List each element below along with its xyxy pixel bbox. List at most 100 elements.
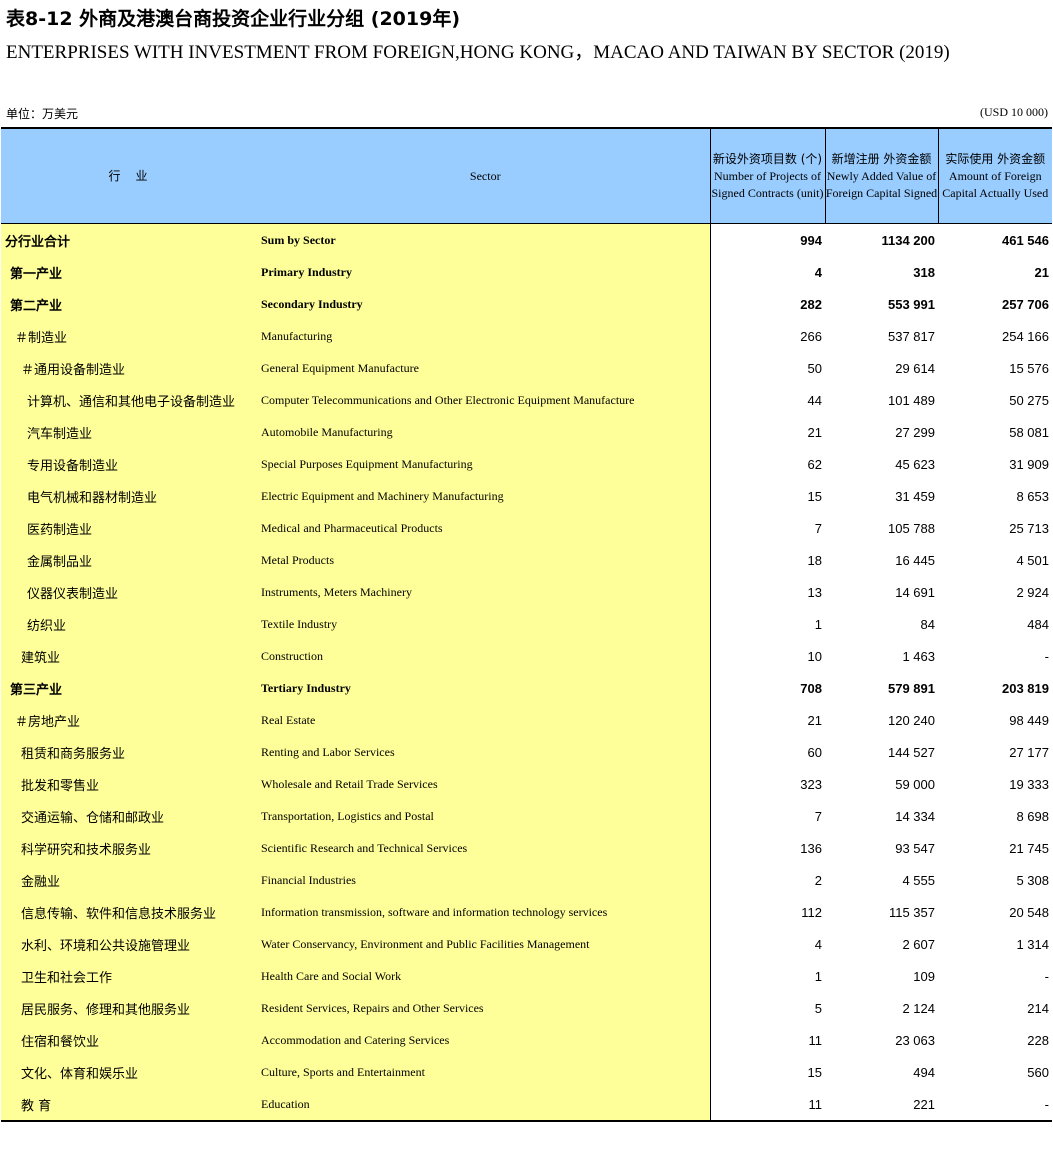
header-new-value: 新增注册 外资金额 Newly Added Value of Foreign C… xyxy=(824,127,938,224)
actual-used-cell: 484 xyxy=(1027,616,1049,632)
actual-used-cell: 2 924 xyxy=(1016,584,1049,600)
sector-en-cell: Construction xyxy=(261,640,710,672)
projects-cell: 994 xyxy=(709,223,825,256)
actual-used-cell: 27 177 xyxy=(1009,744,1049,760)
industry-cn-cell: 批发和零售业 xyxy=(1,768,261,800)
new-value-cell: 537 817 xyxy=(888,328,935,344)
new-value-cell: 59 000 xyxy=(895,776,935,792)
new-value-cell: 1 463 xyxy=(902,648,935,664)
projects-cell: 21 xyxy=(709,416,825,448)
new-value-cell: 105 788 xyxy=(888,520,935,536)
industry-cn-cell: 第三产业 xyxy=(1,672,261,704)
new-value-cell: 14 691 xyxy=(895,584,935,600)
actual-used-cell: 50 275 xyxy=(1009,392,1049,408)
header-projects: 新设外资项目数 (个) Number of Projects of Signed… xyxy=(709,127,825,224)
projects-cell: 44 xyxy=(709,384,825,416)
industry-cn-cell: 纺织业 xyxy=(1,608,261,640)
new-value-cell: 93 547 xyxy=(895,840,935,856)
table-row: 金属制品业 Metal Products 18 16 445 4 501 xyxy=(1,544,1052,576)
sector-en-cell: Accommodation and Catering Services xyxy=(261,1024,710,1056)
industry-cn-cell: 金属制品业 xyxy=(1,544,261,576)
projects-cell: 282 xyxy=(709,288,825,320)
new-value-cell: 318 xyxy=(913,264,935,280)
table-body: 分行业合计 Sum by Sector 994 1134 200 461 546 第一产业… xyxy=(1,223,1052,1122)
actual-used-cell: - xyxy=(938,1088,1052,1122)
industry-cn-cell: 卫生和社会工作 xyxy=(1,960,261,992)
sector-en-cell: Manufacturing xyxy=(261,320,710,352)
new-value-cell: 109 xyxy=(913,968,935,984)
sector-en-cell: Tertiary Industry xyxy=(261,672,710,704)
projects-cell: 136 xyxy=(709,832,825,864)
table-row: 批发和零售业 Wholesale and Retail Trade Service… xyxy=(1,768,1052,800)
actual-used-cell: 254 166 xyxy=(1002,328,1049,344)
actual-used-cell: 461 546 xyxy=(1002,232,1049,248)
sector-en-cell: General Equipment Manufacture xyxy=(261,352,710,384)
actual-used-cell: 58 081 xyxy=(1009,424,1049,440)
actual-used-cell: 1 314 xyxy=(1016,936,1049,952)
industry-cn-cell: 水利、环境和公共设施管理业 xyxy=(1,928,261,960)
table-row: 电气机械和器材制造业 Electric Equipment and Machine… xyxy=(1,480,1052,512)
new-value-cell: 84 xyxy=(920,616,935,632)
table-row: ＃通用设备制造业 General Equipment Manufacture 50 2… xyxy=(1,352,1052,384)
sector-en-cell: Health Care and Social Work xyxy=(261,960,710,992)
table-title-cn: 表8-12 外商及港澳台商投资企业行业分组 (2019年) xyxy=(6,8,461,30)
new-value-cell: 27 299 xyxy=(895,424,935,440)
projects-cell: 112 xyxy=(709,896,825,928)
table-title-en: ENTERPRISES WITH INVESTMENT FROM FOREIGN… xyxy=(6,42,950,63)
projects-cell: 15 xyxy=(709,480,825,512)
header-actual-used: 实际使用 外资金额 Amount of Foreign Capital Actu… xyxy=(937,127,1052,224)
projects-cell: 2 xyxy=(709,864,825,896)
header-actual-used-cn: 实际使用 外资金额 xyxy=(945,151,1046,166)
sector-en-cell: Renting and Labor Services xyxy=(261,736,710,768)
industry-cn-cell: 计算机、通信和其他电子设备制造业 xyxy=(1,384,261,416)
sector-en-cell: Information transmission, software and i… xyxy=(261,896,710,928)
table-row: 第一产业 Primary Industry 4 318 21 xyxy=(1,256,1052,288)
table-row: 第三产业 Tertiary Industry 708 579 891 203 819 xyxy=(1,672,1052,704)
table-row: 信息传输、软件和信息技术服务业 Information transmission,… xyxy=(1,896,1052,928)
table-row: ＃制造业 Manufacturing 266 537 817 254 166 xyxy=(1,320,1052,352)
actual-used-cell: 203 819 xyxy=(1002,680,1049,696)
industry-cn-cell: ＃制造业 xyxy=(1,320,261,352)
sector-en-cell: Transportation, Logistics and Postal xyxy=(261,800,710,832)
industry-cn-cell: 医药制造业 xyxy=(1,512,261,544)
projects-cell: 11 xyxy=(709,1024,825,1056)
sector-en-cell: Primary Industry xyxy=(261,256,710,288)
table-row: 卫生和社会工作 Health Care and Social Work 1 109 - xyxy=(1,960,1052,992)
table-row: 住宿和餐饮业 Accommodation and Catering Service… xyxy=(1,1024,1052,1056)
actual-used-cell: 19 333 xyxy=(1009,776,1049,792)
industry-cn-cell: ＃房地产业 xyxy=(1,704,261,736)
sector-en-cell: Culture, Sports and Entertainment xyxy=(261,1056,710,1088)
actual-used-cell: - xyxy=(1044,648,1049,664)
projects-cell: 708 xyxy=(709,672,825,704)
table-row: 金融业 Financial Industries 2 4 555 5 308 xyxy=(1,864,1052,896)
actual-used-cell: 21 745 xyxy=(1009,840,1049,856)
actual-used-cell: 98 449 xyxy=(1009,712,1049,728)
new-value-cell: 494 xyxy=(913,1064,935,1080)
industry-cn-cell: 汽车制造业 xyxy=(1,416,261,448)
new-value-cell: 14 334 xyxy=(895,808,935,824)
sector-en-cell: Education xyxy=(261,1088,710,1122)
actual-used-cell: 228 xyxy=(1027,1032,1049,1048)
actual-used-cell: 31 909 xyxy=(1009,456,1049,472)
industry-cn-cell: 电气机械和器材制造业 xyxy=(1,480,261,512)
industry-cn-cell: 金融业 xyxy=(1,864,261,896)
new-value-cell: 221 xyxy=(825,1088,938,1122)
actual-used-cell: 8 653 xyxy=(1016,488,1049,504)
table-row: 租赁和商务服务业 Renting and Labor Services 60 144 … xyxy=(1,736,1052,768)
new-value-cell: 31 459 xyxy=(895,488,935,504)
new-value-cell: 553 991 xyxy=(888,296,935,312)
new-value-cell: 29 614 xyxy=(895,360,935,376)
industry-cn-cell: 第一产业 xyxy=(1,256,261,288)
projects-cell: 4 xyxy=(709,256,825,288)
new-value-cell: 101 489 xyxy=(888,392,935,408)
projects-cell: 60 xyxy=(709,736,825,768)
table-row: 仪器仪表制造业 Instruments, Meters Machinery 13 14… xyxy=(1,576,1052,608)
industry-cn-cell: 教 育 xyxy=(1,1088,261,1122)
actual-used-cell: 15 576 xyxy=(1009,360,1049,376)
sector-en-cell: Computer Telecommunications and Other El… xyxy=(261,384,710,416)
new-value-cell: 579 891 xyxy=(888,680,935,696)
industry-cn-cell: 住宿和餐饮业 xyxy=(1,1024,261,1056)
new-value-cell: 1134 200 xyxy=(881,232,935,248)
sector-en-cell: Wholesale and Retail Trade Services xyxy=(261,768,710,800)
projects-cell: 323 xyxy=(709,768,825,800)
